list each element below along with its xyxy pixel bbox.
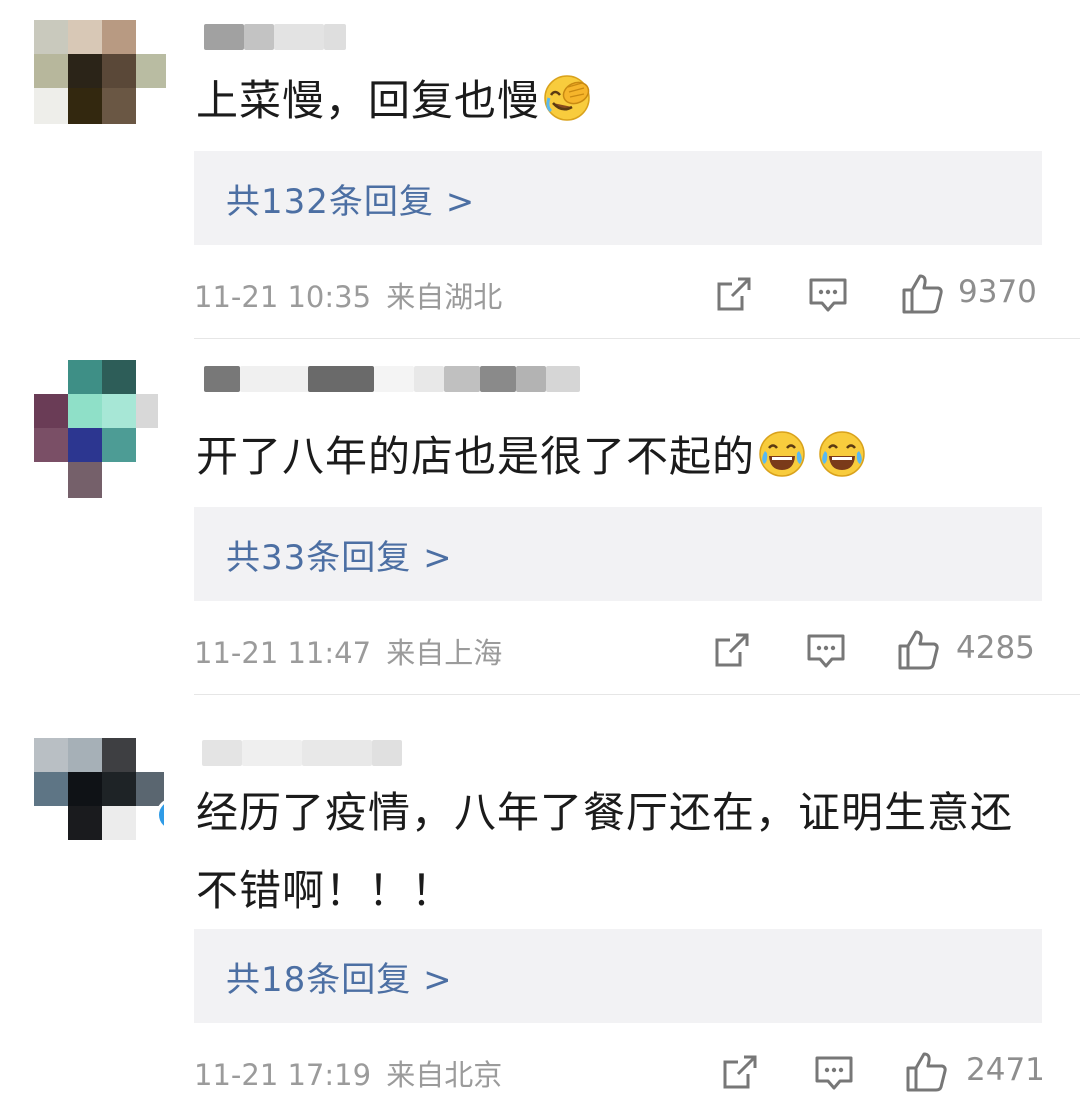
comment-icon[interactable] [814, 1052, 854, 1092]
comment-actions: 2471 [700, 1048, 1045, 1096]
avatar[interactable] [34, 738, 164, 842]
username[interactable] [198, 740, 418, 770]
like-count: 2471 [966, 1052, 1045, 1088]
verified-badge-icon [156, 798, 164, 832]
location: 来自北京 [386, 1058, 503, 1092]
comment-item: 经历了疫情，八年了餐厅还在，证明生意还不错啊！！！ 共18条回复 > 11-21… [0, 0, 1080, 1114]
timestamp: 11-21 17:19 [194, 1058, 372, 1092]
comment-text: 经历了疫情，八年了餐厅还在，证明生意还不错啊！！！ [196, 788, 1014, 915]
view-replies-link[interactable]: 共18条回复 > [226, 952, 453, 1001]
share-icon[interactable] [720, 1052, 760, 1092]
like-icon[interactable] [904, 1050, 948, 1094]
comment-meta: 11-21 17:19 来自北京 [194, 1052, 502, 1094]
reply-summary-box[interactable]: 共18条回复 > [194, 929, 1042, 1023]
